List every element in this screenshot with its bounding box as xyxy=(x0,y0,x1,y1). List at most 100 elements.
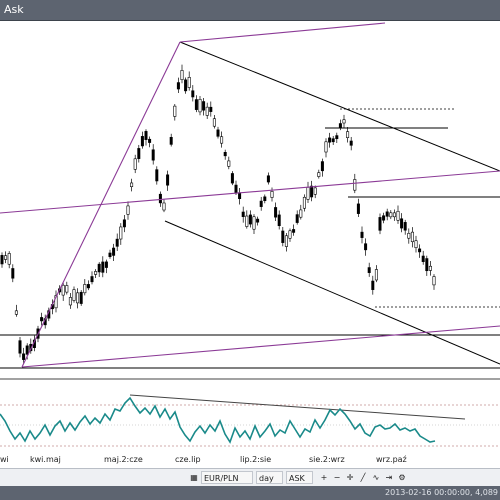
candle-body xyxy=(356,203,360,214)
price-type-select[interactable]: ASK xyxy=(286,471,313,484)
candle-body xyxy=(151,149,155,161)
chart-toolbar: ▦ EUR/PLN day ASK + − ✛ ╱ ∿ ⇥ ⚙ xyxy=(0,468,500,487)
crosshair-icon[interactable]: ✛ xyxy=(344,471,356,484)
candle-body xyxy=(414,240,418,248)
chart-type-icon[interactable]: ▦ xyxy=(188,471,200,484)
candle-body xyxy=(212,118,216,127)
date-label: kwi.maj xyxy=(30,455,61,464)
candle-body xyxy=(173,105,177,117)
candle-body xyxy=(40,317,44,322)
candle-body xyxy=(155,169,159,182)
candle-body xyxy=(230,173,234,184)
candle-body xyxy=(252,216,256,230)
date-label: cze.lip xyxy=(175,455,201,464)
candle-body xyxy=(97,263,101,273)
candle-body xyxy=(86,284,90,289)
interval-select[interactable]: day xyxy=(256,471,283,484)
candle-body xyxy=(101,261,105,273)
candle-body xyxy=(407,232,411,239)
candle-body xyxy=(342,119,346,124)
candle-body xyxy=(115,238,119,247)
window-titlebar: Ask xyxy=(0,0,500,21)
indicator-icon[interactable]: ∿ xyxy=(370,471,382,484)
candle-body xyxy=(364,243,368,251)
candle-body xyxy=(241,211,245,217)
candle-body xyxy=(68,297,72,306)
candle-body xyxy=(112,247,116,256)
candle-body xyxy=(392,212,396,218)
candle-body xyxy=(122,219,126,228)
candle-body xyxy=(227,160,231,167)
candle-body xyxy=(220,136,224,144)
candle-body xyxy=(176,82,180,90)
candle-body xyxy=(216,129,220,137)
zoom-out-icon[interactable]: − xyxy=(331,471,343,484)
candle-body xyxy=(421,255,425,262)
candle-body xyxy=(385,211,389,217)
candle-body xyxy=(302,196,306,209)
candle-body xyxy=(90,276,94,283)
candle-body xyxy=(148,138,152,143)
candle-body xyxy=(259,200,263,207)
zoom-in-icon[interactable]: + xyxy=(318,471,330,484)
date-label: wrz.paź xyxy=(376,455,407,464)
candle-body xyxy=(108,252,112,257)
price-chart[interactable] xyxy=(0,21,500,468)
candle-body xyxy=(205,106,209,116)
candle-body xyxy=(349,140,353,146)
candle-body xyxy=(382,215,386,221)
candle-body xyxy=(162,202,166,211)
candlesticks xyxy=(0,64,436,364)
candle-body xyxy=(137,148,141,159)
candle-body xyxy=(346,131,350,138)
candle-body xyxy=(418,248,422,253)
candle-body xyxy=(11,268,15,279)
candle-body xyxy=(144,131,148,140)
candle-body xyxy=(335,135,339,140)
candle-body xyxy=(22,353,26,360)
candle-body xyxy=(158,193,162,204)
date-label: sie.2:wrz xyxy=(309,455,345,464)
candle-body xyxy=(400,218,404,229)
status-price: 4,089 xyxy=(475,488,498,497)
draw-line-icon[interactable]: ╱ xyxy=(357,471,369,484)
settings-icon[interactable]: ⚙ xyxy=(396,471,408,484)
candle-body xyxy=(317,172,321,177)
candle-body xyxy=(331,138,335,143)
candle-body xyxy=(4,255,8,260)
candle-body xyxy=(198,98,202,113)
candle-body xyxy=(353,179,357,191)
status-timestamp: 2013-02-16 00:00:00 xyxy=(385,488,470,497)
candle-body xyxy=(119,226,123,240)
candle-body xyxy=(274,207,278,218)
candle-body xyxy=(371,280,375,290)
date-label: wi xyxy=(0,455,9,464)
status-readout: 2013-02-16 00:00:00, 4,089 xyxy=(385,488,498,497)
candle-body xyxy=(25,345,29,355)
window-title: Ask xyxy=(4,3,24,16)
candle-body xyxy=(284,235,288,247)
candle-body xyxy=(104,261,108,268)
candle-body xyxy=(281,230,285,243)
candle-body xyxy=(18,340,22,354)
symbol-select[interactable]: EUR/PLN xyxy=(201,471,253,484)
candle-body xyxy=(191,90,195,98)
candle-body xyxy=(223,152,227,157)
candle-body xyxy=(432,276,436,286)
candle-body xyxy=(169,137,173,145)
candle-body xyxy=(425,258,429,272)
candle-body xyxy=(79,291,83,304)
candle-body xyxy=(410,231,414,243)
candle-body xyxy=(310,185,314,198)
candle-body xyxy=(130,182,134,188)
candle-body xyxy=(187,77,191,88)
candle-body xyxy=(194,99,198,110)
candle-body xyxy=(367,267,371,273)
candle-body xyxy=(328,137,332,143)
candle-body xyxy=(428,265,432,271)
scroll-end-icon[interactable]: ⇥ xyxy=(383,471,395,484)
candle-body xyxy=(306,187,310,200)
candle-body xyxy=(277,214,281,227)
candle-body xyxy=(320,161,324,172)
candle-body xyxy=(288,230,292,239)
